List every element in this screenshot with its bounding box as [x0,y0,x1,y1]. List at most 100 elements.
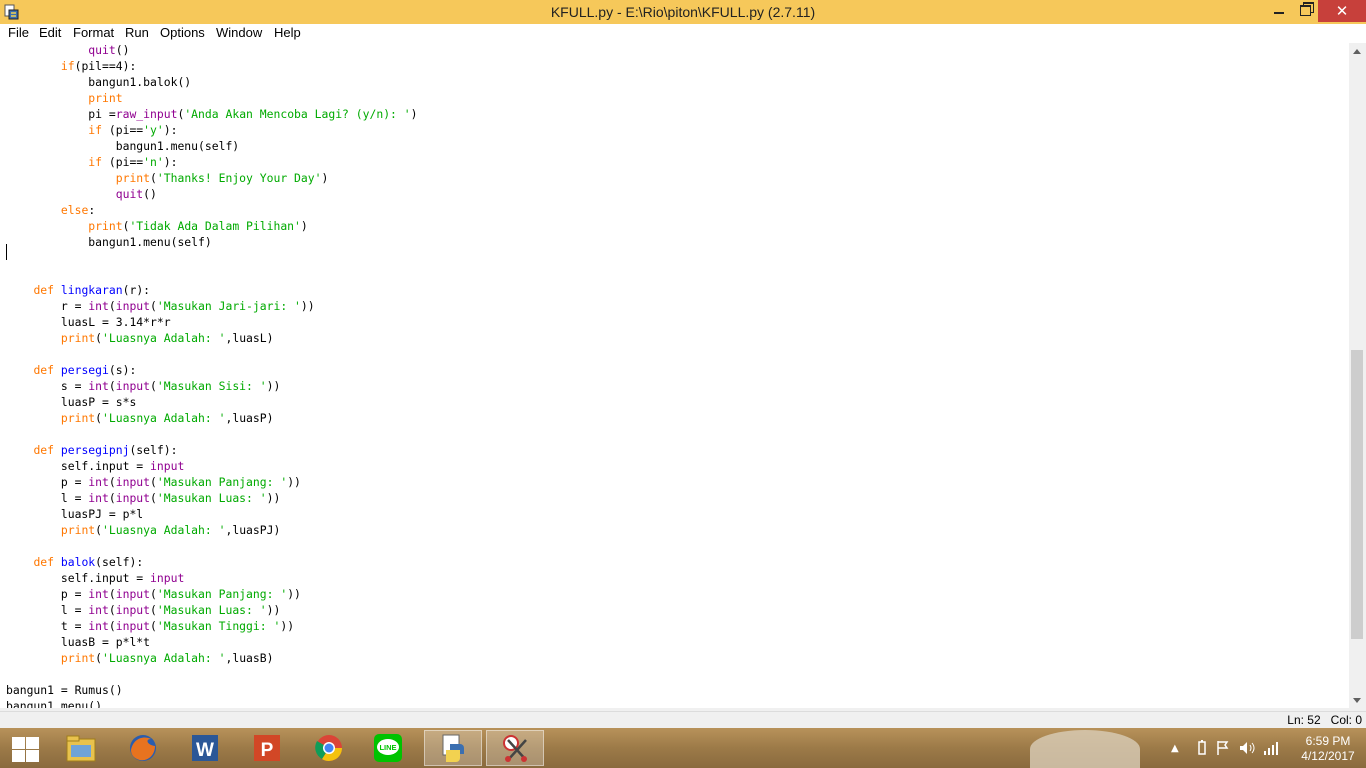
taskbar-python-idle[interactable] [424,730,482,766]
code-token: print [60,651,96,665]
close-button[interactable]: ✕ [1318,0,1366,22]
taskbar-file-explorer[interactable] [52,730,110,766]
start-button[interactable] [10,736,40,762]
code-token: ( [150,379,157,393]
python-idle-icon [442,734,464,762]
code-token: t = [6,619,89,633]
code-token: if [60,59,75,73]
menu-help[interactable]: Help [274,25,301,40]
code-token: if [88,123,103,137]
code-token: 'Luasnya Adalah: ' [102,523,226,537]
clock-time: 6:59 PM [1305,734,1351,748]
code-line: def persegi(s): [6,362,136,378]
snipping-tool-icon [503,735,527,762]
network-signal-icon[interactable] [1263,740,1279,756]
menu-bar: File Edit Format Run Options Window Help [0,24,1366,44]
action-center-flag-icon[interactable] [1216,740,1230,756]
code-token: int [88,619,109,633]
code-token: p = [6,475,89,489]
code-token: : [88,203,96,217]
code-token: luasPJ = p*l [6,507,144,521]
scroll-down-arrow-icon[interactable] [1353,698,1361,703]
restore-button[interactable] [1292,0,1320,22]
code-token: 'y' [143,123,164,137]
text-cursor [6,244,7,260]
code-line: bangun1.balok() [6,74,191,90]
code-token: ( [108,491,116,505]
firefox-icon [130,735,156,761]
code-token: ,luasP) [225,411,274,425]
code-token: ( [108,299,116,313]
code-token: bangun1.balok() [6,75,192,89]
word-icon: W [192,735,218,761]
code-line: luasP = s*s [6,394,136,410]
taskbar-snipping-tool[interactable] [486,730,544,766]
windows-logo-icon [12,737,25,749]
code-token: )) [266,603,281,617]
code-token: bangun1 = Rumus() [6,683,123,697]
code-line: pi =raw_input('Anda Akan Mencoba Lagi? (… [6,106,417,122]
scroll-up-arrow-icon[interactable] [1353,49,1361,54]
code-token: luasL = 3.14*r*r [6,315,171,329]
code-token: (self): [129,443,178,457]
code-token: 'Thanks! Enjoy Your Day' [156,171,322,185]
code-token: input [115,299,151,313]
taskbar-powerpoint[interactable]: P [238,730,296,766]
show-hidden-icons-icon[interactable]: ▲ [1171,743,1179,754]
code-token: (s): [108,363,137,377]
code-line: print('Thanks! Enjoy Your Day') [6,170,329,186]
taskbar-chrome[interactable] [300,730,358,766]
code-line: quit() [6,186,157,202]
code-token: self.input = [6,459,151,473]
minimize-icon [1274,12,1284,14]
window-titlebar[interactable]: KFULL.py - E:\Rio\piton\KFULL.py (2.7.11… [0,0,1366,24]
code-token: input [115,475,151,489]
code-line: luasL = 3.14*r*r [6,314,171,330]
clock-date: 4/12/2017 [1301,749,1355,763]
code-line: luasB = p*l*t [6,634,150,650]
code-token: ( [95,651,103,665]
menu-run[interactable]: Run [125,25,149,40]
taskbar-clock[interactable]: 6:59 PM 4/12/2017 [1296,734,1360,764]
code-token: ( [108,603,116,617]
volume-icon[interactable] [1239,740,1255,756]
taskbar-line[interactable]: LINE [359,730,417,766]
menu-file[interactable]: File [8,25,29,40]
minimize-button[interactable] [1264,0,1294,22]
code-token: 'Masukan Luas: ' [156,603,267,617]
code-token: ( [95,523,103,537]
taskbar-word[interactable]: W [176,730,234,766]
code-line: p = int(input('Masukan Panjang: ')) [6,474,301,490]
code-line: def balok(self): [6,554,143,570]
code-line: t = int(input('Masukan Tinggi: ')) [6,618,294,634]
code-token: ,luasL) [225,331,274,345]
menu-format[interactable]: Format [73,25,114,40]
menu-options[interactable]: Options [160,25,205,40]
status-bar: Ln: 52 Col: 0 [0,711,1366,729]
code-line: print('Luasnya Adalah: ',luasPJ) [6,522,280,538]
taskbar: W P LINE ▲ 6:59 PM 4/12/2017 [0,728,1366,768]
code-token: ( [95,331,103,345]
power-icon[interactable] [1196,740,1208,756]
code-token: int [88,475,109,489]
code-line: print('Luasnya Adalah: ',luasB) [6,650,274,666]
code-token: 'Tidak Ada Dalam Pilihan' [129,219,301,233]
menu-edit[interactable]: Edit [39,25,61,40]
code-token: persegipnj [60,443,130,457]
menu-window[interactable]: Window [216,25,262,40]
scrollbar-thumb[interactable] [1351,350,1363,639]
code-token: def [33,363,55,377]
code-token: input [115,587,151,601]
code-token: print [60,331,96,345]
taskbar-firefox[interactable] [114,730,172,766]
code-token: ( [108,587,116,601]
code-editor[interactable]: quit() if(pil==4): bangun1.balok() print… [0,43,1349,708]
vertical-scrollbar[interactable] [1349,43,1366,708]
code-token: luasP = s*s [6,395,137,409]
